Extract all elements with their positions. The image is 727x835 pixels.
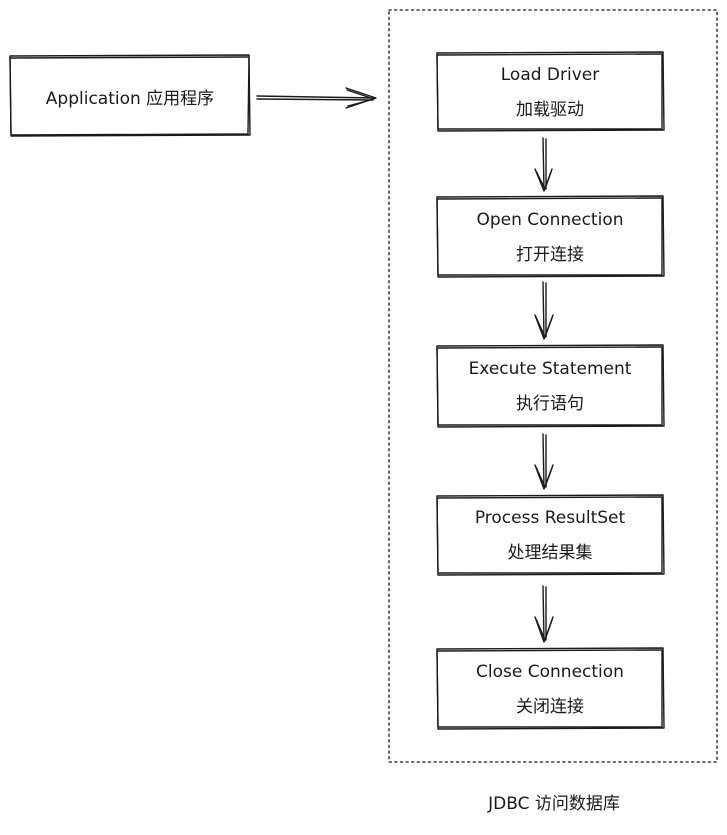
- step-title: Process ResultSet: [474, 508, 626, 528]
- step-subtitle: 执行语句: [516, 394, 584, 414]
- arrow-open-to-execute: [534, 281, 554, 340]
- arrow-load-to-open: [534, 137, 553, 192]
- arrow-execute-to-process: [534, 433, 554, 490]
- step-subtitle: 关闭连接: [516, 696, 584, 717]
- step-title: Open Connection: [476, 209, 624, 230]
- step-subtitle: 打开连接: [516, 244, 584, 265]
- step-process-resultset: Process ResultSet 处理结果集: [437, 496, 663, 575]
- arrow-process-to-close: [534, 585, 554, 643]
- step-title: Close Connection: [476, 661, 624, 682]
- step-close-connection: Close Connection 关闭连接: [437, 649, 663, 729]
- step-subtitle: 加载驱动: [516, 99, 584, 120]
- application-node: Application 应用程序: [10, 56, 250, 136]
- step-open-connection: Open Connection 打开连接: [437, 197, 663, 277]
- application-label: Application 应用程序: [45, 88, 215, 109]
- jdbc-container-caption: JDBC 访问数据库: [488, 794, 620, 814]
- step-load-driver: Load Driver 加载驱动: [437, 53, 663, 131]
- step-execute-statement: Execute Statement 执行语句: [437, 346, 663, 427]
- application-to-jdbc-arrow: [256, 87, 377, 109]
- step-title: Execute Statement: [468, 359, 632, 379]
- step-subtitle: 处理结果集: [507, 543, 593, 563]
- step-title: Load Driver: [500, 64, 600, 85]
